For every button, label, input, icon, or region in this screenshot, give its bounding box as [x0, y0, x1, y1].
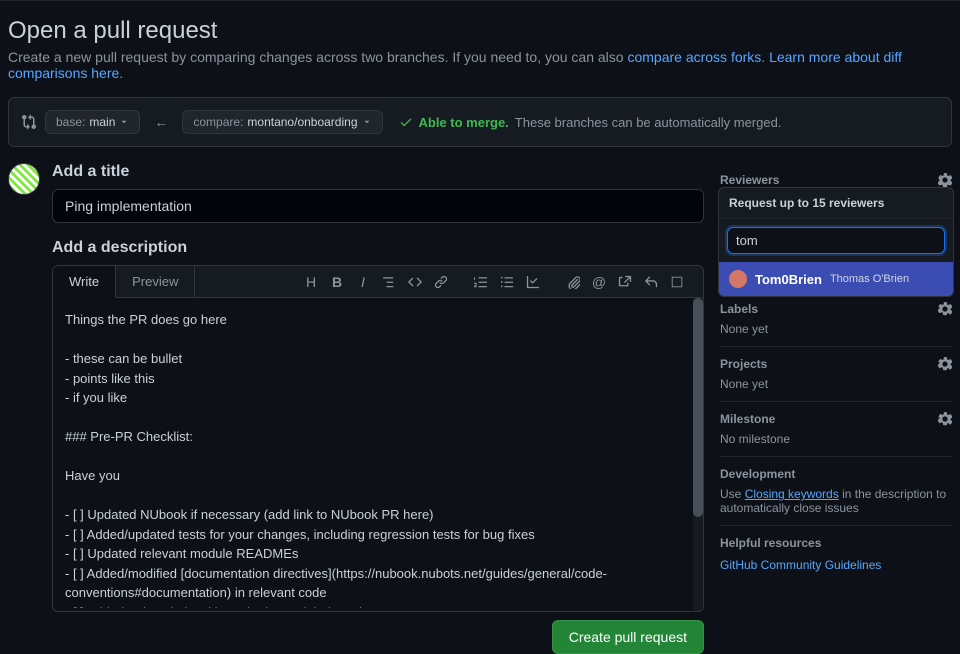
subtitle-period: . — [119, 65, 123, 81]
chevron-down-icon — [362, 117, 372, 127]
title-label: Add a title — [52, 163, 704, 181]
subtitle-text: Create a new pull request by comparing c… — [8, 49, 627, 65]
development-text: Use Closing keywords in the description … — [720, 487, 952, 515]
reviewer-search-input[interactable] — [727, 227, 945, 254]
tab-write[interactable]: Write — [53, 266, 116, 298]
labels-none: None yet — [720, 322, 952, 336]
resources-title: Helpful resources — [720, 536, 821, 550]
merge-auto-text: These branches can be automatically merg… — [515, 115, 782, 130]
projects-none: None yet — [720, 377, 952, 391]
resources-section: Helpful resources GitHub Community Guide… — [720, 526, 952, 582]
development-section: Development Use Closing keywords in the … — [720, 457, 952, 526]
italic-icon[interactable]: I — [351, 270, 375, 294]
compare-branch-button[interactable]: compare: montano/onboarding — [182, 110, 382, 134]
description-textarea[interactable] — [53, 298, 703, 608]
gear-icon[interactable] — [938, 302, 952, 316]
gear-icon[interactable] — [938, 412, 952, 426]
page-title: Open a pull request — [8, 17, 952, 45]
title-input[interactable] — [52, 189, 704, 223]
milestone-none: No milestone — [720, 432, 952, 446]
editor-box: Write Preview H B I — [52, 265, 704, 612]
reviewer-fullname: Thomas O'Brien — [830, 273, 909, 285]
tasklist-icon[interactable] — [521, 270, 545, 294]
labels-section: Labels None yet — [720, 292, 952, 347]
popup-header: Request up to 15 reviewers — [719, 188, 953, 219]
cross-reference-icon[interactable] — [613, 270, 637, 294]
dev-prefix: Use — [720, 487, 745, 501]
development-title: Development — [720, 467, 795, 481]
reviewers-popup: Request up to 15 reviewers Tom0Brien Tho… — [718, 187, 954, 297]
reviewer-avatar — [729, 270, 747, 288]
reviewers-section: Reviewers Request up to 15 reviewers Tom… — [720, 163, 952, 204]
merge-able-text: Able to merge. — [419, 115, 509, 130]
labels-title: Labels — [720, 302, 758, 316]
check-icon — [399, 115, 413, 129]
gear-icon[interactable] — [938, 357, 952, 371]
heading-icon[interactable]: H — [299, 270, 323, 294]
base-label: base: — [56, 115, 85, 129]
arrow-left-icon: ← — [148, 114, 174, 130]
create-pull-request-button[interactable]: Create pull request — [552, 620, 704, 654]
tab-preview[interactable]: Preview — [116, 266, 195, 297]
milestone-section: Milestone No milestone — [720, 402, 952, 457]
compare-value: montano/onboarding — [247, 115, 357, 129]
base-branch-button[interactable]: base: main — [45, 110, 140, 134]
scrollbar-track[interactable] — [693, 298, 703, 611]
code-icon[interactable] — [403, 270, 427, 294]
community-guidelines-link[interactable]: GitHub Community Guidelines — [720, 558, 881, 572]
milestone-title: Milestone — [720, 412, 775, 426]
compare-label: compare: — [193, 115, 243, 129]
subtitle-dot: . — [761, 49, 769, 65]
quote-icon[interactable] — [377, 270, 401, 294]
ordered-list-icon[interactable] — [469, 270, 493, 294]
closing-keywords-link[interactable]: Closing keywords — [745, 487, 839, 501]
editor-toolbar: H B I — [195, 266, 703, 297]
avatar — [8, 163, 40, 195]
link-icon[interactable] — [429, 270, 453, 294]
merge-status: Able to merge. These branches can be aut… — [399, 115, 782, 130]
diff-icon[interactable] — [665, 270, 689, 294]
projects-section: Projects None yet — [720, 347, 952, 402]
git-compare-icon — [21, 114, 37, 130]
compare-bar: base: main ← compare: montano/onboarding… — [8, 97, 952, 147]
gear-icon[interactable] — [938, 173, 952, 187]
page-subtitle: Create a new pull request by comparing c… — [8, 49, 952, 81]
reply-icon[interactable] — [639, 270, 663, 294]
compare-forks-link[interactable]: compare across forks — [627, 49, 761, 65]
attach-icon[interactable] — [561, 270, 585, 294]
reviewer-username: Tom0Brien — [755, 272, 822, 287]
base-value: main — [89, 115, 115, 129]
bold-icon[interactable]: B — [325, 270, 349, 294]
chevron-down-icon — [119, 117, 129, 127]
scrollbar-thumb[interactable] — [693, 298, 703, 517]
unordered-list-icon[interactable] — [495, 270, 519, 294]
projects-title: Projects — [720, 357, 767, 371]
reviewers-title: Reviewers — [720, 173, 779, 187]
mention-icon[interactable]: @ — [587, 270, 611, 294]
description-label: Add a description — [52, 239, 704, 257]
reviewer-result-item[interactable]: Tom0Brien Thomas O'Brien — [719, 262, 953, 296]
